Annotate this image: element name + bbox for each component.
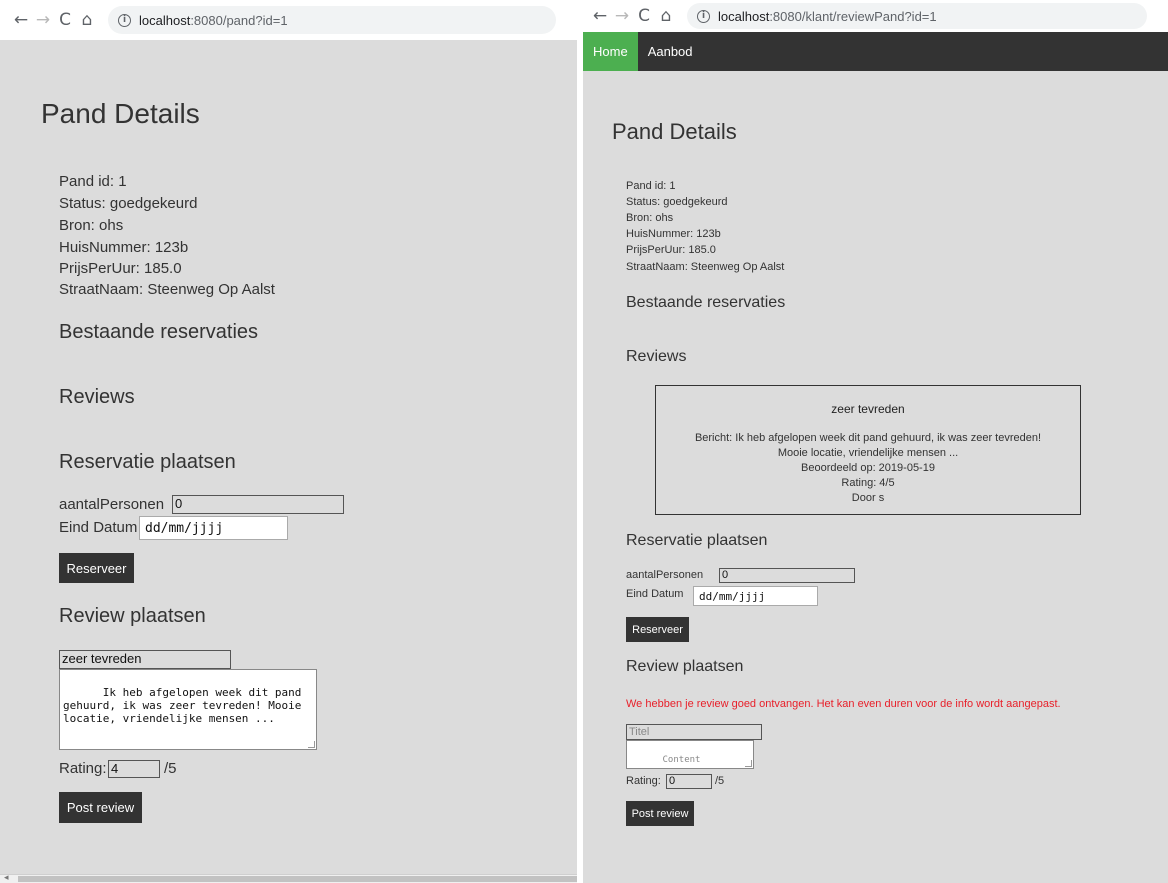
review-card-author: Door s <box>851 492 885 504</box>
review-title-input[interactable]: zeer tevreden <box>59 650 231 669</box>
review-content-text: Ik heb afgelopen week dit pand gehuurd, … <box>63 686 309 725</box>
rating-input[interactable]: 0 <box>666 774 712 789</box>
reserve-button[interactable]: Reserveer <box>626 617 689 642</box>
post-review-button[interactable]: Post review <box>59 792 142 823</box>
page-content: Pand Details Pand id: 1 Status: goedgeke… <box>583 71 1168 883</box>
reviews-heading: Reviews <box>59 386 135 408</box>
review-form-heading: Review plaatsen <box>626 658 744 675</box>
reservation-form-heading: Reservatie plaatsen <box>626 532 768 549</box>
url-path: :8080/pand?id=1 <box>190 12 288 28</box>
page-title: Pand Details <box>612 119 737 144</box>
detail-straatnaam: StraatNaam: Steenweg Op Aalst <box>59 281 275 298</box>
back-icon[interactable]: ← <box>10 10 32 30</box>
rating-suffix: /5 <box>164 760 177 777</box>
reload-icon[interactable]: C <box>54 10 76 30</box>
detail-bron: Bron: ohs <box>626 212 674 224</box>
info-icon[interactable]: i <box>697 9 710 23</box>
review-card-rating: Rating: 4/5 <box>841 477 895 489</box>
page-content: Pand Details Pand id: 1 Status: goedgeke… <box>0 40 577 883</box>
nav-menu-bar: Home Aanbod <box>583 32 1168 71</box>
detail-status: Status: goedgekeurd <box>626 196 728 208</box>
detail-prijs-per-uur: PrijsPerUur: 185.0 <box>626 244 716 256</box>
review-success-message: We hebben je review goed ontvangen. Het … <box>626 698 1061 710</box>
review-content-placeholder: Content <box>662 755 701 765</box>
review-card-date: Beoordeeld op: 2019-05-19 <box>801 462 935 474</box>
end-date-input[interactable]: dd/mm/jjjj <box>139 516 288 540</box>
horizontal-scrollbar[interactable]: ◂ <box>0 872 577 883</box>
review-card-message-cont: Mooie locatie, vriendelijke mensen ... <box>777 447 959 459</box>
reload-icon[interactable]: C <box>633 6 655 26</box>
detail-straatnaam: StraatNaam: Steenweg Op Aalst <box>626 261 785 273</box>
review-card-title: zeer tevreden <box>831 402 905 416</box>
review-content-textarea[interactable]: Content <box>626 740 754 769</box>
persons-input[interactable]: 0 <box>172 495 344 514</box>
back-icon[interactable]: ← <box>589 6 611 26</box>
menu-item-aanbod[interactable]: Aanbod <box>638 32 703 71</box>
url-host: localhost <box>139 12 191 28</box>
url-path: :8080/klant/reviewPand?id=1 <box>769 8 937 24</box>
end-date-label: Eind Datum <box>59 519 138 536</box>
page-title: Pand Details <box>41 98 200 129</box>
resize-grip-icon[interactable] <box>745 760 752 767</box>
resize-grip-icon[interactable] <box>308 741 315 748</box>
persons-label: aantalPersonen <box>626 569 704 581</box>
menu-item-home[interactable]: Home <box>583 32 638 71</box>
info-icon[interactable]: i <box>118 13 131 27</box>
home-icon[interactable]: ⌂ <box>655 6 677 26</box>
reservation-form-heading: Reservatie plaatsen <box>59 451 236 473</box>
home-icon[interactable]: ⌂ <box>76 10 98 30</box>
post-review-button[interactable]: Post review <box>626 801 694 826</box>
rating-input[interactable]: 4 <box>108 760 160 778</box>
url-field[interactable]: i localhost:8080/klant/reviewPand?id=1 <box>687 3 1147 29</box>
detail-huisnummer: HuisNummer: 123b <box>626 228 721 240</box>
url-field[interactable]: i localhost:8080/pand?id=1 <box>108 6 556 34</box>
address-bar: ← → C ⌂ i localhost:8080/klant/reviewPan… <box>583 0 1168 32</box>
detail-bron: Bron: ohs <box>59 217 124 234</box>
forward-icon[interactable]: → <box>611 6 633 26</box>
review-card: zeer tevreden Bericht: Ik heb afgelopen … <box>655 385 1081 515</box>
detail-status: Status: goedgekeurd <box>59 195 198 212</box>
scrollbar-thumb[interactable] <box>18 876 577 882</box>
scroll-left-icon[interactable]: ◂ <box>4 872 9 883</box>
url-host: localhost <box>718 8 770 24</box>
end-date-label: Eind Datum <box>626 588 684 600</box>
right-browser-window: ← → C ⌂ i localhost:8080/klant/reviewPan… <box>583 0 1168 883</box>
end-date-input[interactable]: dd/mm/jjjj <box>693 586 818 606</box>
review-form-heading: Review plaatsen <box>59 605 206 627</box>
rating-label: Rating: <box>59 760 107 777</box>
rating-suffix: /5 <box>715 775 725 787</box>
persons-input[interactable]: 0 <box>719 568 855 583</box>
address-bar: ← → C ⌂ i localhost:8080/pand?id=1 <box>0 0 577 40</box>
detail-prijs-per-uur: PrijsPerUur: 185.0 <box>59 260 182 277</box>
persons-label: aantalPersonen <box>59 496 165 513</box>
detail-huisnummer: HuisNummer: 123b <box>59 239 189 256</box>
review-title-input[interactable]: Titel <box>626 724 762 740</box>
detail-pand-id: Pand id: 1 <box>626 180 676 192</box>
review-content-textarea[interactable]: Ik heb afgelopen week dit pand gehuurd, … <box>59 669 317 750</box>
reviews-heading: Reviews <box>626 348 687 365</box>
rating-label: Rating: <box>626 775 661 787</box>
review-card-message: Bericht: Ik heb afgelopen week dit pand … <box>694 432 1042 444</box>
left-browser-window: ← → C ⌂ i localhost:8080/pand?id=1 Pand … <box>0 0 577 883</box>
forward-icon[interactable]: → <box>32 10 54 30</box>
reservations-heading: Bestaande reservaties <box>59 321 259 343</box>
reservations-heading: Bestaande reservaties <box>626 294 786 311</box>
detail-pand-id: Pand id: 1 <box>59 173 127 190</box>
reserve-button[interactable]: Reserveer <box>59 553 134 583</box>
